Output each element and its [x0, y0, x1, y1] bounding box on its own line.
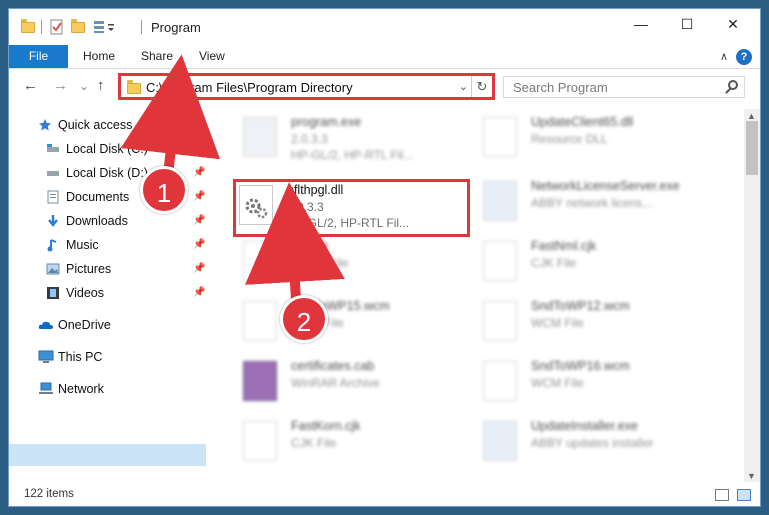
annotation-arrows — [120, 54, 345, 301]
step-1-badge: 1 — [140, 166, 188, 214]
step-2-badge: 2 — [280, 295, 328, 343]
